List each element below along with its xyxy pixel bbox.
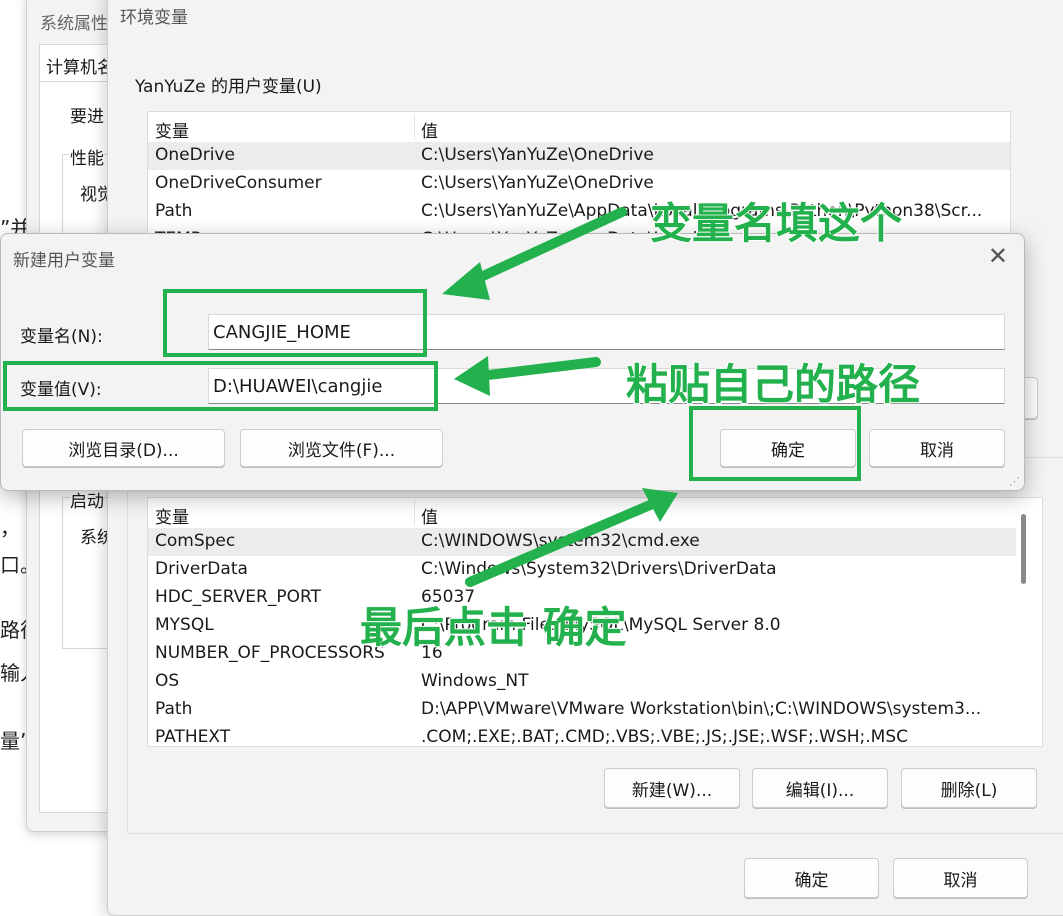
annotation-path-hint: 粘贴自己的路径 [625, 359, 921, 410]
annotation-arrows [442, 207, 678, 587]
annotation-confirm-hint: 最后点击 确定 [359, 602, 628, 653]
annotation-name-hint: 变量名填这个 [649, 198, 903, 249]
